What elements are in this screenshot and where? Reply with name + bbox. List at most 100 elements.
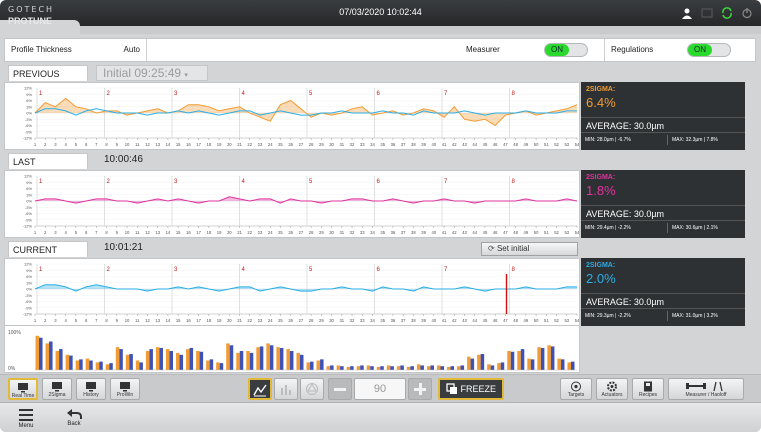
hist-bar — [510, 351, 515, 370]
hist-bar — [497, 363, 501, 370]
y-tick-label: 0% — [26, 199, 32, 204]
x-tick-label: 7 — [95, 318, 98, 323]
freeze-button[interactable]: FREEZE — [438, 378, 504, 400]
hist-bar — [386, 365, 391, 370]
previous-time-dropdown[interactable]: Initial 09:25:49 ▾ — [96, 65, 208, 81]
last-chart: 12% 9% 6% 3% 0% -3% -6% -9% -12% 1 2 3 4 5 6 7 8 9 10 11 12 1… — [4, 170, 580, 238]
history-view-button[interactable]: History — [76, 378, 106, 400]
user-icon[interactable] — [681, 6, 693, 19]
regulations-toggle[interactable]: ON — [687, 43, 731, 57]
x-tick-label: 14 — [166, 318, 171, 323]
tab-last[interactable]: LAST — [8, 153, 88, 169]
hist-bar — [447, 366, 451, 370]
hist-bar — [540, 347, 545, 370]
x-tick-label: 25 — [278, 318, 283, 323]
zoom-out-button[interactable] — [328, 378, 352, 400]
tab-previous[interactable]: PREVIOUS — [8, 65, 88, 81]
hist-bar — [49, 341, 53, 370]
x-tick-label: 31 — [339, 230, 344, 235]
tab-current[interactable]: CURRENT — [8, 241, 88, 257]
reset-icon: ⟳ — [488, 244, 495, 253]
set-initial-button[interactable]: ⟳ Set initial — [481, 242, 578, 256]
x-tick-label: 28 — [309, 318, 314, 323]
profile-chart-button[interactable] — [248, 378, 272, 400]
x-tick-label: 21 — [237, 318, 242, 323]
y-tick-label: -12% — [23, 224, 33, 229]
hist-bar — [480, 354, 485, 370]
y-tick-label: 9% — [26, 92, 32, 97]
y-tick-label: 9% — [26, 268, 32, 273]
menu-button[interactable]: Menu — [8, 405, 44, 431]
x-tick-label: 44 — [472, 318, 477, 323]
x-tick-label: 32 — [350, 230, 355, 235]
x-tick-label: 42 — [452, 318, 457, 323]
hist-bar — [145, 351, 150, 370]
profile-thickness-setting[interactable]: Profile Thickness Auto — [5, 39, 147, 61]
x-tick-label: 36 — [391, 142, 396, 147]
realtime-view-button[interactable]: Real Time — [8, 378, 38, 400]
hist-bar — [239, 351, 244, 370]
zoom-value[interactable]: 90 — [354, 378, 406, 400]
x-tick-label: 46 — [493, 318, 498, 323]
target-icon — [571, 381, 581, 392]
x-tick-label: 25 — [278, 230, 283, 235]
bottom-bar: Menu Back — [0, 402, 761, 432]
previous-max: MAX: 32.3µm | 7.8% — [667, 135, 718, 145]
x-tick-label: 33 — [360, 230, 365, 235]
x-tick-label: 18 — [207, 230, 212, 235]
zoom-in-button[interactable] — [408, 378, 432, 400]
measurer-toggle-state: ON — [545, 44, 569, 56]
top-bar: GOTECH 07/03/2020 10:02:44 — [0, 0, 761, 26]
radar-chart-button[interactable] — [300, 378, 324, 400]
x-tick-label: 28 — [309, 142, 314, 147]
x-tick-label: 35 — [380, 230, 385, 235]
x-tick-label: 43 — [462, 318, 467, 323]
y-tick-label: 12% — [24, 262, 32, 267]
hist-bar — [89, 360, 93, 370]
prowin-view-button[interactable]: ProWin — [110, 378, 140, 400]
last-time: 10:00:46 — [104, 154, 143, 165]
bar-chart-button[interactable] — [274, 378, 298, 400]
x-tick-label: 27 — [299, 230, 304, 235]
x-tick-label: 50 — [534, 318, 539, 323]
x-tick-label: 23 — [258, 230, 263, 235]
x-tick-label: 12 — [145, 142, 150, 147]
back-label: Back — [67, 421, 81, 427]
2sigma-view-button[interactable]: 2Sigma — [42, 378, 72, 400]
hist-bar — [380, 366, 384, 370]
x-tick-label: 47 — [503, 230, 508, 235]
x-tick-label: 24 — [268, 318, 273, 323]
hist-bar — [530, 359, 535, 370]
toolbar: Real Time 2Sigma History ProWin 90 FREEZ… — [0, 374, 761, 402]
actuators-button[interactable]: Actuators — [596, 378, 628, 400]
y-tick-label: -3% — [25, 293, 33, 298]
x-tick-label: 43 — [462, 142, 467, 147]
back-button[interactable]: Back — [56, 405, 92, 431]
measurer-toggle[interactable]: ON — [544, 43, 588, 57]
x-tick-label: 18 — [207, 318, 212, 323]
x-tick-label: 36 — [391, 230, 396, 235]
monitor-icon — [18, 383, 28, 393]
hist-bar — [560, 359, 565, 370]
x-tick-label: 34 — [370, 142, 375, 147]
recipes-button[interactable]: Recipes — [632, 378, 664, 400]
x-tick-label: 17 — [196, 142, 201, 147]
x-tick-label: 32 — [350, 142, 355, 147]
hist-ylabel-max: 100% — [8, 330, 21, 336]
x-tick-label: 19 — [217, 318, 222, 323]
hist-bar — [249, 352, 254, 370]
x-tick-label: 39 — [421, 318, 426, 323]
datetime: 07/03/2020 10:02:44 — [339, 7, 422, 17]
x-tick-label: 41 — [442, 142, 447, 147]
hist-bar — [527, 358, 531, 370]
bar-chart-icon — [281, 385, 291, 395]
x-tick-label: 24 — [268, 230, 273, 235]
hist-bar — [567, 362, 571, 370]
targets-button[interactable]: Targets — [560, 378, 592, 400]
sync-icon[interactable] — [721, 6, 733, 19]
hist-bar — [376, 366, 381, 370]
x-tick-label: 51 — [544, 318, 549, 323]
app-title: PROTUNE — [8, 16, 53, 26]
measurer-haoloff-button[interactable]: Measurer / Haoloff — [668, 378, 744, 400]
power-icon[interactable] — [741, 6, 753, 19]
